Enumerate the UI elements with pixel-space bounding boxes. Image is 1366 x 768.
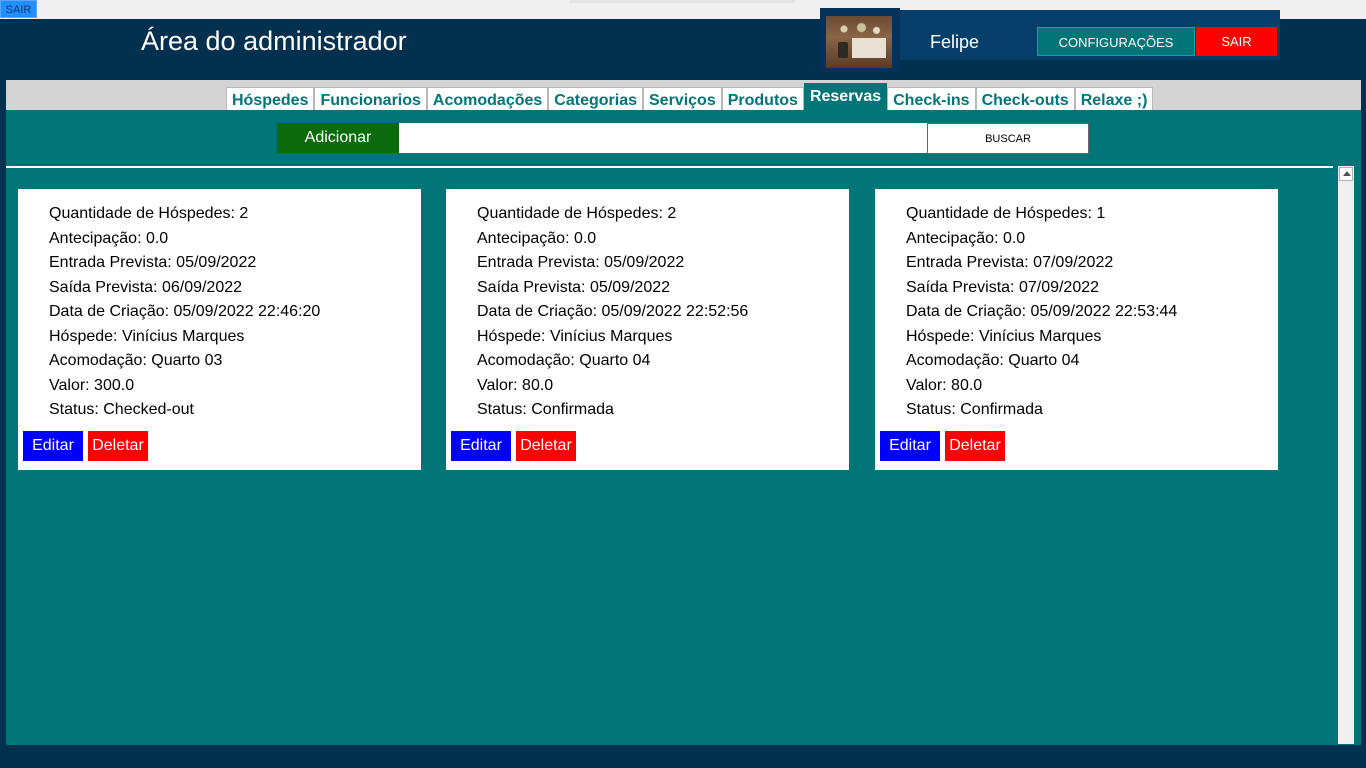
edit-button[interactable]: Editar [451,431,511,461]
avatar-plate [852,38,886,58]
reservation-value: Valor: 80.0 [906,376,983,394]
reservation-advance: Antecipação: 0.0 [477,229,597,247]
window-bottom-border [0,763,1366,768]
edit-button[interactable]: Editar [880,431,940,461]
reservation-checkin-date: Entrada Prevista: 07/09/2022 [906,254,1114,271]
add-button[interactable]: Adicionar [277,123,399,153]
titlebar-exit-button[interactable]: SAIR [0,0,37,18]
titlebar-shadow [570,0,795,3]
tab-reservas[interactable]: Reservas [803,83,888,111]
search-button[interactable]: BUSCAR [927,123,1089,154]
reservation-checkout-date: Saída Prevista: 07/09/2022 [906,278,1100,296]
reservation-status: Status: Confirmada [477,401,614,418]
reservation-checkin-date: Entrada Prevista: 05/09/2022 [49,254,257,271]
reservation-room: Acomodação: Quarto 04 [906,352,1080,369]
scrollbar[interactable] [1338,166,1354,744]
reservation-advance: Antecipação: 0.0 [49,229,169,247]
reservation-guest-count: Quantidade de Hóspedes: 1 [906,205,1106,222]
reservation-guest: Hóspede: Vinícius Marques [477,327,673,345]
reservation-guest-count: Quantidade de Hóspedes: 2 [477,205,677,222]
reservation-created-at: Data de Criação: 05/09/2022 22:52:56 [477,303,749,320]
reservation-details: Quantidade de Hóspedes: 1 Antecipação: 0… [906,204,1177,425]
delete-button[interactable]: Deletar [945,431,1005,461]
reservation-created-at: Data de Criação: 05/09/2022 22:53:44 [906,303,1178,320]
content-divider [6,166,1333,168]
tab-funcionarios[interactable]: Funcionarios [314,87,427,111]
page-title: Área do administrador [141,26,407,56]
reservation-details: Quantidade de Hóspedes: 2 Antecipação: 0… [49,204,320,425]
reservation-checkout-date: Saída Prevista: 05/09/2022 [477,278,671,296]
reservation-status: Status: Checked-out [49,401,194,418]
avatar [826,16,892,68]
user-name: Felipe [930,32,980,52]
reservation-card: Quantidade de Hóspedes: 2 Antecipação: 0… [18,189,421,470]
tab-produtos[interactable]: Produtos [721,87,804,111]
reservation-guest-count: Quantidade de Hóspedes: 2 [49,205,249,222]
reservation-card: Quantidade de Hóspedes: 2 Antecipação: 0… [446,189,849,470]
tab-servicos[interactable]: Serviços [643,87,722,111]
edit-button[interactable]: Editar [23,431,83,461]
reservation-advance: Antecipação: 0.0 [906,229,1026,247]
tab-check-outs[interactable]: Check-outs [975,87,1075,111]
reservation-status: Status: Confirmada [906,401,1043,418]
reservation-card: Quantidade de Hóspedes: 1 Antecipação: 0… [875,189,1278,470]
tab-check-ins[interactable]: Check-ins [887,87,976,111]
reservation-room: Acomodação: Quarto 04 [477,352,651,369]
delete-button[interactable]: Deletar [88,431,148,461]
reservation-created-at: Data de Criação: 05/09/2022 22:46:20 [49,303,321,320]
tab-acomodacoes[interactable]: Acomodações [426,87,549,111]
logout-button[interactable]: SAIR [1196,27,1277,56]
reservation-checkout-date: Saída Prevista: 06/09/2022 [49,278,243,296]
settings-button[interactable]: CONFIGURAÇÕES [1037,27,1195,56]
tab-relaxe[interactable]: Relaxe ;) [1074,87,1154,111]
tab-categorias[interactable]: Categorias [548,87,643,111]
reservation-value: Valor: 300.0 [49,376,135,394]
search-input[interactable] [399,123,927,153]
reservation-checkin-date: Entrada Prevista: 05/09/2022 [477,254,685,271]
scroll-up-arrow-icon[interactable] [1339,167,1353,181]
reservation-guest: Hóspede: Vinícius Marques [906,327,1102,345]
reservation-value: Valor: 80.0 [477,376,554,394]
avatar-flowers [834,22,884,36]
reservation-guest: Hóspede: Vinícius Marques [49,327,245,345]
reservation-details: Quantidade de Hóspedes: 2 Antecipação: 0… [477,204,748,425]
tab-hospedes[interactable]: Hóspedes [226,87,315,111]
delete-button[interactable]: Deletar [516,431,576,461]
tab-list: Hóspedes Funcionarios Acomodações Catego… [226,83,1154,111]
avatar-lamp [838,42,848,58]
reservation-room: Acomodação: Quarto 03 [49,352,223,369]
